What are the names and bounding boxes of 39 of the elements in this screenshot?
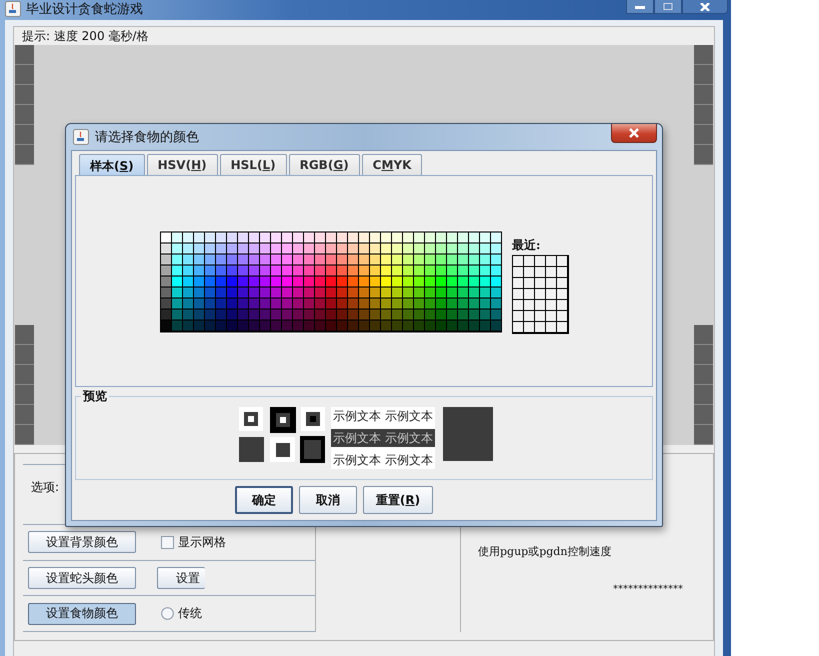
- tab[interactable]: HSL(L): [220, 154, 287, 175]
- tab[interactable]: HSV(H): [146, 154, 218, 175]
- minimize-button[interactable]: [626, 0, 654, 14]
- grid-checkbox[interactable]: [161, 536, 174, 549]
- tab[interactable]: RGB(G): [288, 154, 360, 175]
- preview-title: 预览: [81, 388, 109, 405]
- dialog-button[interactable]: 确定: [234, 486, 293, 514]
- close-button[interactable]: [682, 0, 728, 14]
- color-button[interactable]: 设置背景颜色: [28, 531, 136, 554]
- color-button[interactable]: 设置: [157, 567, 205, 590]
- close-button[interactable]: [611, 124, 657, 143]
- tab[interactable]: CMYK: [362, 154, 422, 175]
- recent-label: 最近:: [512, 237, 542, 254]
- recent-colors-grid[interactable]: [512, 255, 569, 334]
- masked-text: **************: [613, 584, 683, 595]
- grid-label: 显示网格: [178, 534, 226, 551]
- close-icon: [627, 128, 641, 138]
- maximize-button[interactable]: [654, 0, 682, 14]
- dialog-title: 请选择食物的颜色: [95, 129, 199, 146]
- dialog-button[interactable]: 重置(R): [362, 486, 434, 514]
- color-button[interactable]: 设置食物颜色: [28, 602, 136, 625]
- cup-icon: [73, 129, 89, 145]
- mode-label: 传统: [178, 605, 202, 622]
- tab[interactable]: 样本(S): [79, 154, 145, 175]
- close-icon: [698, 2, 712, 10]
- color-swatch-grid[interactable]: [160, 231, 504, 333]
- dialog-button[interactable]: 取消: [298, 486, 357, 514]
- sample-text: 示例文本 示例文本: [332, 452, 434, 469]
- speed-instructions: 使用pgup或pgdn控制速度: [478, 544, 612, 559]
- color-preview-swatch: [442, 407, 493, 461]
- sample-text: 示例文本 示例文本: [331, 429, 435, 447]
- window-title: 毕业设计贪食蛇游戏: [26, 1, 143, 18]
- maximize-icon: [662, 2, 674, 10]
- sample-text: 示例文本 示例文本: [332, 408, 434, 425]
- cup-icon: [5, 1, 21, 17]
- speed-hint: 提示: 速度 200 毫秒/格: [21, 28, 150, 45]
- options-label: 选项:: [31, 479, 60, 496]
- mode-radio[interactable]: [161, 607, 174, 620]
- color-button[interactable]: 设置蛇头颜色: [28, 567, 136, 590]
